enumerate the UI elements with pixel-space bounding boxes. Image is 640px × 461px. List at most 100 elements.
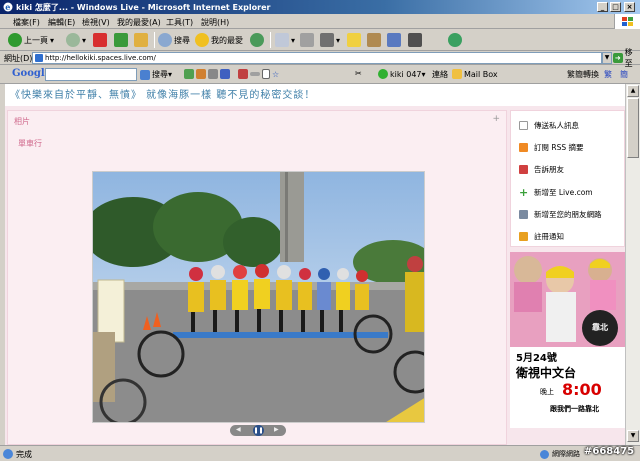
page-icon — [35, 54, 43, 62]
pagerank-icon — [196, 69, 206, 79]
search-button[interactable]: 搜尋 — [158, 32, 190, 48]
expand-icon[interactable]: + — [492, 114, 500, 124]
slideshow-controls: ◀ ❚❚ ▶ — [230, 425, 286, 436]
online-status-icon — [378, 69, 388, 79]
status-text: 完成 — [16, 450, 32, 459]
mail-icon — [275, 33, 289, 47]
translate-icon — [238, 69, 248, 79]
block-icon — [208, 69, 218, 79]
add-live-link[interactable]: + 新增至 Live.com — [519, 187, 593, 198]
spellcheck-icon — [262, 69, 270, 79]
menu-view[interactable]: 檢視(V) — [82, 17, 110, 28]
google-search-input[interactable] — [45, 68, 137, 81]
photos-module-title[interactable]: 相片 — [14, 116, 30, 127]
menu-file[interactable]: 檔案(F) — [13, 17, 40, 28]
previous-icon[interactable]: ◀ — [236, 426, 241, 433]
album-title-link[interactable]: 單車行 — [18, 138, 42, 149]
traditional-button[interactable]: 繁 — [604, 69, 612, 80]
ad-date: 5月24號 — [516, 353, 557, 364]
address-input[interactable]: http://hellokiki.spaces.live.com/ — [32, 52, 602, 64]
google-search-button[interactable]: 搜尋 ▾ — [140, 69, 172, 80]
tell-friend-link[interactable]: 告訴朋友 — [519, 164, 564, 175]
home-icon — [134, 33, 148, 47]
scroll-thumb[interactable] — [627, 98, 639, 158]
google-options-group[interactable]: ☆ — [238, 69, 279, 79]
favorites-button[interactable]: 我的最愛 — [195, 32, 243, 48]
chevron-down-icon: ▾ — [50, 35, 55, 45]
page-viewport[interactable]: 《快樂來自於平靜、無憤》 就像海豚一樣 聽不見的秘密交談！ 相片 + 單車行 ◀… — [5, 84, 625, 445]
status-bar: 完成 網際網路 — [0, 445, 640, 461]
msn-user-status[interactable]: kiki 047 ▾ — [378, 69, 426, 79]
alert-icon — [519, 232, 528, 241]
google-toolbar: Google 搜尋 ▾ ☆ ✂ kiki 047 ▾ 連絡 Mail Box 繁… — [0, 65, 640, 84]
research-button[interactable] — [367, 32, 381, 48]
favorite-star-icon: ☆ — [272, 69, 280, 79]
forward-arrow-icon — [66, 33, 80, 47]
tell-friend-icon — [519, 165, 528, 174]
refresh-icon — [114, 33, 128, 47]
film-icon — [408, 33, 422, 47]
back-arrow-icon — [8, 33, 22, 47]
globe-icon — [540, 449, 549, 459]
ad-time-label: 晚上 — [540, 388, 554, 396]
pause-icon[interactable]: ❚❚ — [253, 425, 264, 436]
maximize-button[interactable]: □ — [610, 2, 621, 12]
address-bar: 網址(D) http://hellokiki.spaces.live.com/ … — [0, 48, 640, 68]
stop-icon — [93, 33, 107, 47]
go-button[interactable]: ➜ 移至 — [613, 48, 640, 68]
chevron-down-icon: ▾ — [291, 35, 296, 45]
buddy-icon — [448, 33, 462, 47]
add-icon: + — [519, 186, 529, 199]
actions-sidebar: 傳送私人訊息 訂閱 RSS 摘要 告訴朋友 + 新增至 Live.com 新增至… — [510, 110, 625, 247]
window-title-bar[interactable]: e kiki 怎麼了... - Windows Live - Microsoft… — [0, 0, 640, 14]
google-tools-group[interactable] — [184, 69, 232, 79]
standard-toolbar: 上一頁 ▾ ▾ 搜尋 我的最愛 ▾ ▾ — [0, 29, 640, 51]
ad-station: 衛視中文台 — [516, 366, 577, 380]
menu-tools[interactable]: 工具(T) — [166, 17, 193, 28]
history-icon — [250, 33, 264, 47]
header-marquee: 《快樂來自於平靜、無憤》 就像海豚一樣 聽不見的秘密交談！ — [10, 90, 316, 101]
network-icon — [519, 210, 528, 219]
print-button[interactable] — [300, 32, 314, 48]
vertical-scrollbar[interactable]: ▲ ▼ — [625, 84, 640, 445]
next-icon[interactable]: ▶ — [274, 426, 279, 433]
edit-button[interactable]: ▾ — [320, 32, 340, 48]
back-button[interactable]: 上一頁 ▾ — [8, 32, 54, 48]
album-photo[interactable] — [92, 171, 425, 423]
ie-logo-icon: e — [3, 2, 13, 12]
contacts-button[interactable]: 連絡 — [432, 69, 448, 80]
add-network-link[interactable]: 新增至您的朋友網路 — [519, 209, 602, 220]
register-alerts-link[interactable]: 註冊通知 — [519, 231, 564, 242]
cycling-photo — [93, 172, 424, 422]
subscribe-rss-link[interactable]: 訂閱 RSS 摘要 — [519, 142, 584, 153]
scroll-up-icon[interactable]: ▲ — [627, 85, 639, 97]
simplified-button[interactable]: 簡 — [620, 69, 628, 80]
mailbox-button[interactable]: Mail Box — [452, 69, 498, 79]
printer-icon — [300, 33, 314, 47]
scroll-down-icon[interactable]: ▼ — [627, 430, 639, 442]
msn-buddy-button[interactable] — [448, 32, 462, 48]
forward-button[interactable]: ▾ — [66, 32, 86, 48]
media-button[interactable] — [408, 32, 422, 48]
refresh-button[interactable] — [114, 32, 128, 48]
tv-advertisement[interactable]: 靠北 5月24號 衛視中文台 晚上 8:00 跟我們一路靠北 — [510, 252, 625, 428]
chevron-down-icon: ▾ — [82, 35, 87, 45]
messenger-group[interactable]: ✂ — [355, 69, 362, 78]
menu-help[interactable]: 說明(H) — [201, 17, 229, 28]
stop-button[interactable] — [93, 32, 107, 48]
minimize-button[interactable]: _ — [597, 2, 608, 12]
send-message-link[interactable]: 傳送私人訊息 — [519, 120, 579, 131]
menu-favorites[interactable]: 我的最愛(A) — [117, 17, 161, 28]
history-button[interactable] — [250, 32, 264, 48]
address-dropdown[interactable]: ▼ — [602, 52, 612, 64]
windows-flag-icon — [614, 14, 640, 29]
mail-button[interactable]: ▾ — [275, 32, 295, 48]
edit-page-icon — [320, 33, 334, 47]
home-button[interactable] — [134, 32, 148, 48]
notes-button[interactable] — [347, 32, 361, 48]
menu-edit[interactable]: 編輯(E) — [48, 17, 75, 28]
envelope-icon — [519, 121, 528, 130]
close-button[interactable]: × — [624, 2, 635, 12]
ad-time: 8:00 — [562, 380, 602, 399]
messenger-toolbar-button[interactable] — [387, 32, 401, 48]
